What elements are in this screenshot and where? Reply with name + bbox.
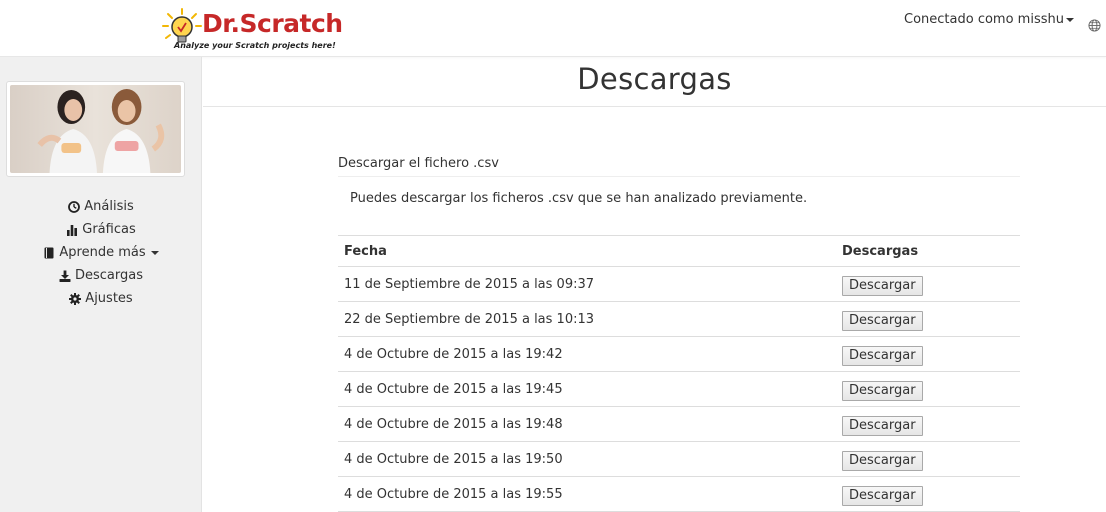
descargar-button[interactable]: Descargar <box>842 311 923 331</box>
dr-scratch-logo[interactable]: Dr.Scratch Analyze your Scratch projects… <box>158 4 343 54</box>
sidebar-nav: Análisis Gráficas Aprende más Descargas … <box>0 195 202 310</box>
table-row: 11 de Septiembre de 2015 a las 09:37 Des… <box>338 266 1020 302</box>
action-cell: Descargar <box>838 406 1020 442</box>
user-menu-label: Conectado como misshu <box>904 12 1064 27</box>
sidebar-item-label: Descargas <box>74 268 143 283</box>
sidebar-item-label: Ajustes <box>85 291 133 306</box>
profile-photo <box>10 85 181 173</box>
sidebar-item-graficas[interactable]: Gráficas <box>0 218 202 241</box>
sidebar-item-label: Análisis <box>84 199 134 214</box>
caret-down-icon <box>1065 17 1074 22</box>
page-title: Descargas <box>577 62 732 96</box>
action-cell: Descargar <box>838 371 1020 407</box>
date-cell: 4 de Octubre de 2015 a las 19:42 <box>338 336 838 372</box>
descargar-button[interactable]: Descargar <box>842 451 923 471</box>
date-cell: 4 de Octubre de 2015 a las 19:50 <box>338 441 838 477</box>
table-row: 4 de Octubre de 2015 a las 19:42 Descarg… <box>338 336 1020 372</box>
date-cell: 22 de Septiembre de 2015 a las 10:13 <box>338 301 838 337</box>
column-header-descargas: Descargas <box>838 235 1020 267</box>
table-row: 4 de Octubre de 2015 a las 19:48 Descarg… <box>338 406 1020 442</box>
table-row: 4 de Octubre de 2015 a las 19:45 Descarg… <box>338 371 1020 407</box>
date-cell: 4 de Octubre de 2015 a las 19:48 <box>338 406 838 442</box>
descargar-button[interactable]: Descargar <box>842 346 923 366</box>
table-row: 4 de Octubre de 2015 a las 19:55 Descarg… <box>338 476 1020 512</box>
date-cell: 11 de Septiembre de 2015 a las 09:37 <box>338 266 838 302</box>
top-navbar: Dr.Scratch Analyze your Scratch projects… <box>0 0 1106 57</box>
table-row: 4 de Octubre de 2015 a las 19:50 Descarg… <box>338 441 1020 477</box>
bar-chart-icon <box>67 224 78 236</box>
action-cell: Descargar <box>838 301 1020 337</box>
table-header-row: Fecha Descargas <box>338 235 1020 267</box>
globe-icon[interactable] <box>1088 19 1101 32</box>
panel-description: Puedes descargar los ficheros .csv que s… <box>350 191 808 206</box>
gear-icon <box>69 292 82 305</box>
logo-tagline: Analyze your Scratch projects here! <box>174 41 336 50</box>
downloads-panel: Descargar el fichero .csv Puedes descarg… <box>338 152 1020 512</box>
profile-photo-frame <box>6 81 185 177</box>
download-icon <box>59 270 71 282</box>
descargar-button[interactable]: Descargar <box>842 416 923 436</box>
panel-heading: Descargar el fichero .csv <box>338 152 1020 177</box>
sidebar-item-aprende-mas[interactable]: Aprende más <box>0 241 202 264</box>
sidebar-item-descargas[interactable]: Descargas <box>0 264 202 287</box>
descargar-button[interactable]: Descargar <box>842 486 923 506</box>
page-header: Descargas <box>203 57 1106 107</box>
sidebar-item-label: Gráficas <box>82 222 136 237</box>
sidebar: Análisis Gráficas Aprende más Descargas … <box>0 57 202 512</box>
action-cell: Descargar <box>838 441 1020 477</box>
logo-title: Dr.Scratch <box>202 9 343 38</box>
action-cell: Descargar <box>838 266 1020 302</box>
column-header-fecha: Fecha <box>338 235 838 267</box>
book-icon <box>44 247 54 258</box>
dashboard-icon <box>68 200 81 213</box>
table-row: 22 de Septiembre de 2015 a las 10:13 Des… <box>338 301 1020 337</box>
date-cell: 4 de Octubre de 2015 a las 19:45 <box>338 371 838 407</box>
caret-down-icon <box>150 250 159 255</box>
action-cell: Descargar <box>838 476 1020 512</box>
action-cell: Descargar <box>838 336 1020 372</box>
user-menu-dropdown[interactable]: Conectado como misshu <box>904 12 1074 28</box>
sidebar-item-ajustes[interactable]: Ajustes <box>0 287 202 310</box>
descargar-button[interactable]: Descargar <box>842 276 923 296</box>
sidebar-item-analisis[interactable]: Análisis <box>0 195 202 218</box>
sidebar-item-label: Aprende más <box>59 245 146 260</box>
date-cell: 4 de Octubre de 2015 a las 19:55 <box>338 476 838 512</box>
descargar-button[interactable]: Descargar <box>842 381 923 401</box>
downloads-table: Fecha Descargas 11 de Septiembre de 2015… <box>338 235 1020 512</box>
